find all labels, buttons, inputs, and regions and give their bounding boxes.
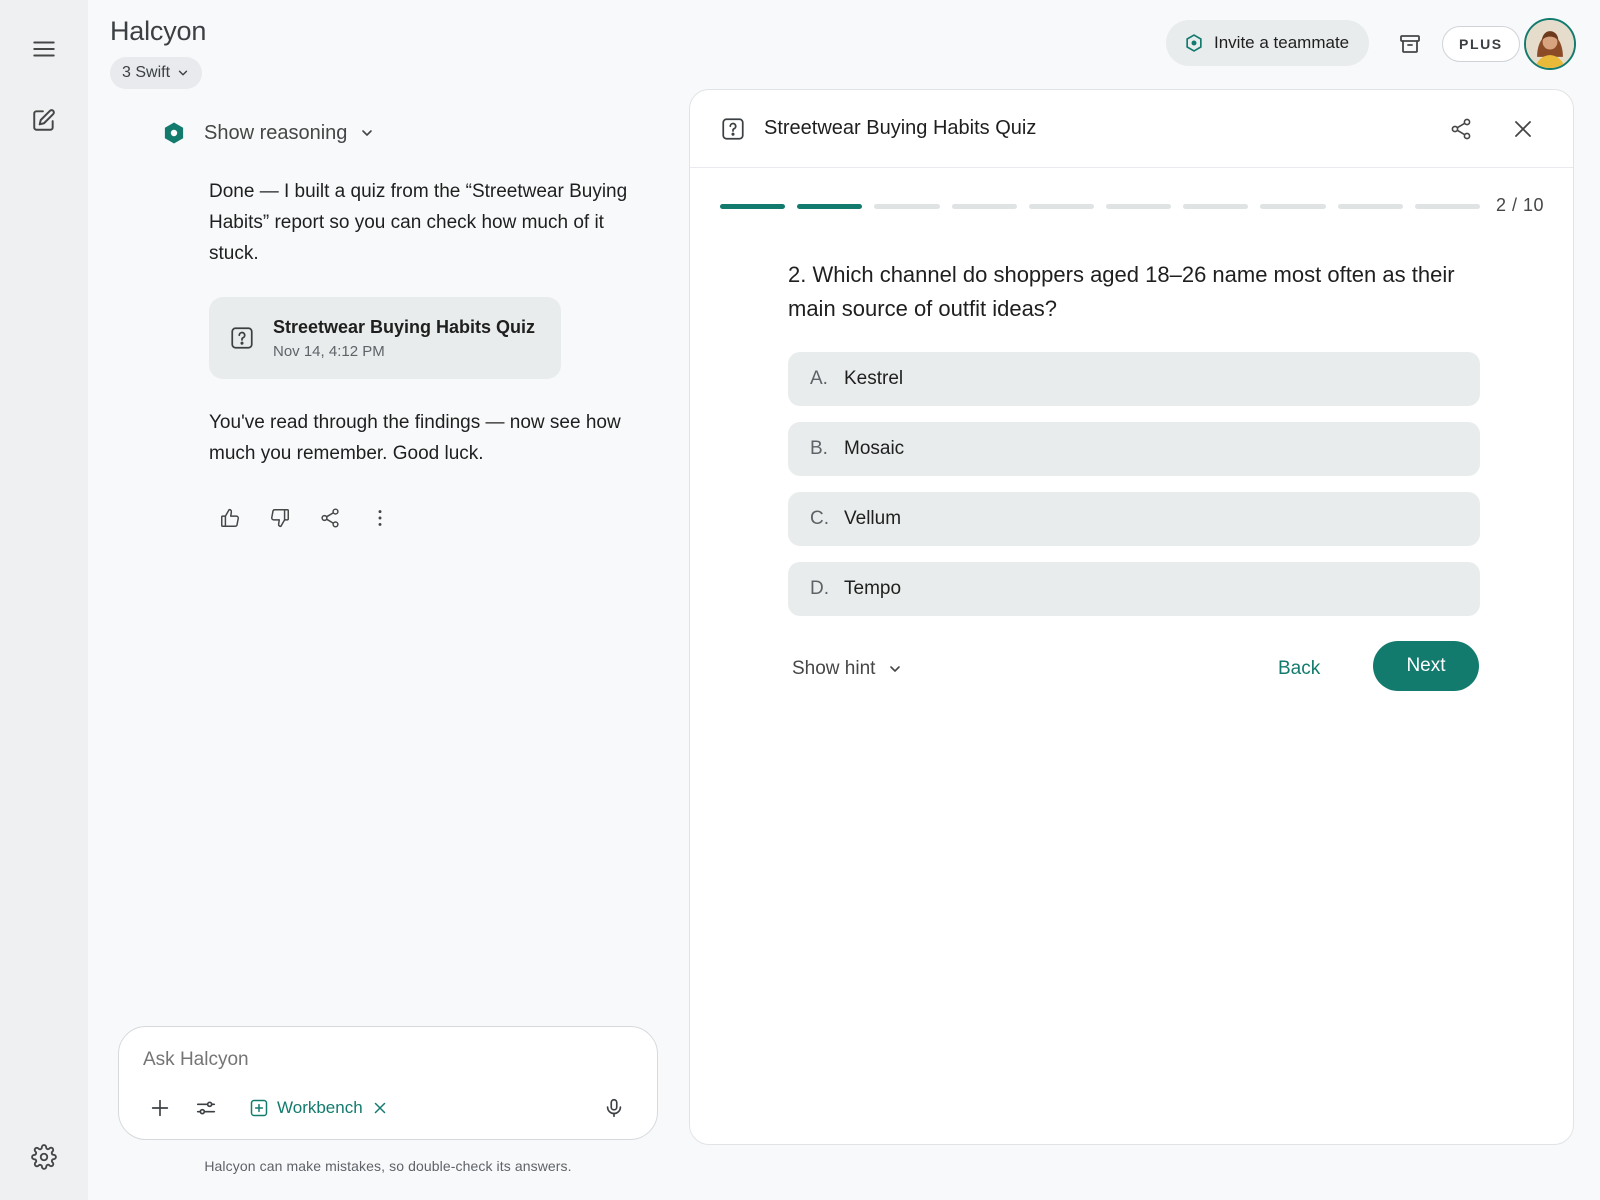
- close-panel-button[interactable]: [1508, 114, 1538, 144]
- invite-label: Invite a teammate: [1214, 33, 1350, 52]
- menu-button[interactable]: [24, 29, 64, 69]
- option-text: Tempo: [844, 578, 902, 599]
- menu-icon: [33, 41, 55, 57]
- progress-segment: [1337, 204, 1403, 209]
- quiz-card-title: Streetwear Buying Habits Quiz: [273, 316, 536, 337]
- progress-segment: [797, 204, 863, 209]
- plan-badge: PLUS: [1442, 26, 1520, 62]
- thumbs-up-icon: [221, 509, 239, 527]
- invite-teammate-button[interactable]: Invite a teammate: [1166, 20, 1370, 66]
- archive-button[interactable]: [1392, 26, 1428, 62]
- close-icon: [1515, 121, 1531, 137]
- mic-icon: [606, 1098, 622, 1118]
- progress-segment: [1028, 204, 1095, 209]
- chevron-down-icon: [178, 70, 188, 76]
- message-actions: [214, 502, 396, 534]
- share-icon: [321, 508, 339, 528]
- workbench-tool-chip[interactable]: Workbench: [249, 1091, 389, 1125]
- quiz-panel-title: Streetwear Buying Habits Quiz: [764, 117, 1037, 139]
- app-title: Halcyon: [110, 16, 207, 46]
- quiz-progress-bar: [720, 204, 1481, 209]
- more-options-button[interactable]: [364, 502, 396, 534]
- share-quiz-button[interactable]: [1446, 114, 1476, 144]
- voice-input-button[interactable]: [597, 1091, 631, 1125]
- prompt-input[interactable]: [143, 1045, 623, 1075]
- option-letter: C.: [810, 508, 829, 529]
- assistant-message-intro: Done — I built a quiz from the “Streetwe…: [209, 181, 628, 264]
- progress-segment: [1106, 204, 1172, 209]
- invite-icon: [1186, 34, 1202, 52]
- progress-segment: [1183, 204, 1249, 209]
- tools-button[interactable]: [189, 1091, 223, 1125]
- show-reasoning-toggle[interactable]: Show reasoning: [162, 116, 375, 150]
- next-button[interactable]: Next: [1373, 641, 1479, 691]
- close-icon[interactable]: [371, 1099, 389, 1117]
- back-button[interactable]: Back: [1278, 651, 1320, 687]
- answer-options: A. Kestrel B. Mosaic C. Vellum D. Tempo: [788, 352, 1480, 632]
- quiz-question: 2. Which channel do shoppers aged 18–26 …: [788, 262, 1455, 321]
- answer-option-b[interactable]: B. Mosaic: [788, 422, 1480, 476]
- new-chat-button[interactable]: [24, 100, 64, 140]
- option-text: Vellum: [844, 508, 902, 529]
- progress-segment: [951, 204, 1017, 209]
- hint-label: Show hint: [792, 658, 876, 679]
- quiz-card-timestamp: Nov 14, 4:12 PM: [273, 342, 385, 360]
- composer: Workbench: [118, 1026, 658, 1140]
- progress-segment: [1414, 204, 1481, 209]
- quiz-card-text: Streetwear Buying Habits Quiz Nov 14, 4:…: [273, 317, 535, 360]
- show-hint-toggle[interactable]: Show hint: [792, 651, 903, 687]
- halcyon-logo-icon: [164, 122, 184, 144]
- new-chat-icon: [33, 109, 55, 131]
- tools-icon: [196, 1101, 216, 1115]
- progress-segment: [1260, 204, 1326, 209]
- settings-button[interactable]: [24, 1137, 64, 1177]
- option-letter: B.: [810, 438, 828, 459]
- archive-icon: [1400, 35, 1420, 53]
- reasoning-label: Show reasoning: [204, 121, 348, 144]
- chevron-down-icon: [890, 666, 901, 672]
- option-text: Kestrel: [844, 368, 904, 389]
- left-rail: [0, 0, 88, 1200]
- model-label: 3 Swift: [122, 64, 171, 81]
- progress-segment: [720, 204, 786, 209]
- answer-option-c[interactable]: C. Vellum: [788, 492, 1480, 546]
- thumbs-up-button[interactable]: [214, 502, 246, 534]
- quiz-icon: [231, 327, 253, 349]
- thumbs-down-icon: [271, 509, 289, 527]
- share-icon: [1451, 118, 1471, 140]
- option-text: Mosaic: [844, 438, 905, 459]
- quiz-artifact-card[interactable]: Streetwear Buying Habits Quiz Nov 14, 4:…: [209, 297, 561, 379]
- plus-icon: [151, 1099, 169, 1117]
- option-letter: A.: [810, 368, 828, 389]
- model-picker[interactable]: 3 Swift: [110, 57, 203, 89]
- quiz-panel-header: Streetwear Buying Habits Quiz: [690, 90, 1573, 168]
- answer-option-a[interactable]: A. Kestrel: [788, 352, 1480, 406]
- settings-icon: [31, 1144, 57, 1170]
- thumbs-down-button[interactable]: [264, 502, 296, 534]
- workbench-label: Workbench: [277, 1098, 363, 1117]
- workbench-icon: [250, 1099, 268, 1117]
- option-letter: D.: [810, 578, 829, 599]
- quiz-panel: Streetwear Buying Habits Quiz 2 / 10 2. …: [689, 89, 1574, 1145]
- progress-segment: [874, 204, 940, 209]
- add-attachment-button[interactable]: [143, 1091, 177, 1125]
- avatar[interactable]: [1524, 18, 1576, 70]
- quiz-icon: [722, 118, 744, 140]
- avatar-image: [1526, 20, 1574, 68]
- quiz-progress-count: 2 / 10: [1496, 195, 1545, 215]
- disclaimer: Halcyon can make mistakes, so double-che…: [204, 1158, 572, 1174]
- answer-option-d[interactable]: D. Tempo: [788, 562, 1480, 616]
- more-icon: [378, 510, 382, 526]
- assistant-message-outro: You've read through the findings — now s…: [209, 412, 621, 464]
- chevron-down-icon: [362, 130, 373, 136]
- share-button[interactable]: [314, 502, 346, 534]
